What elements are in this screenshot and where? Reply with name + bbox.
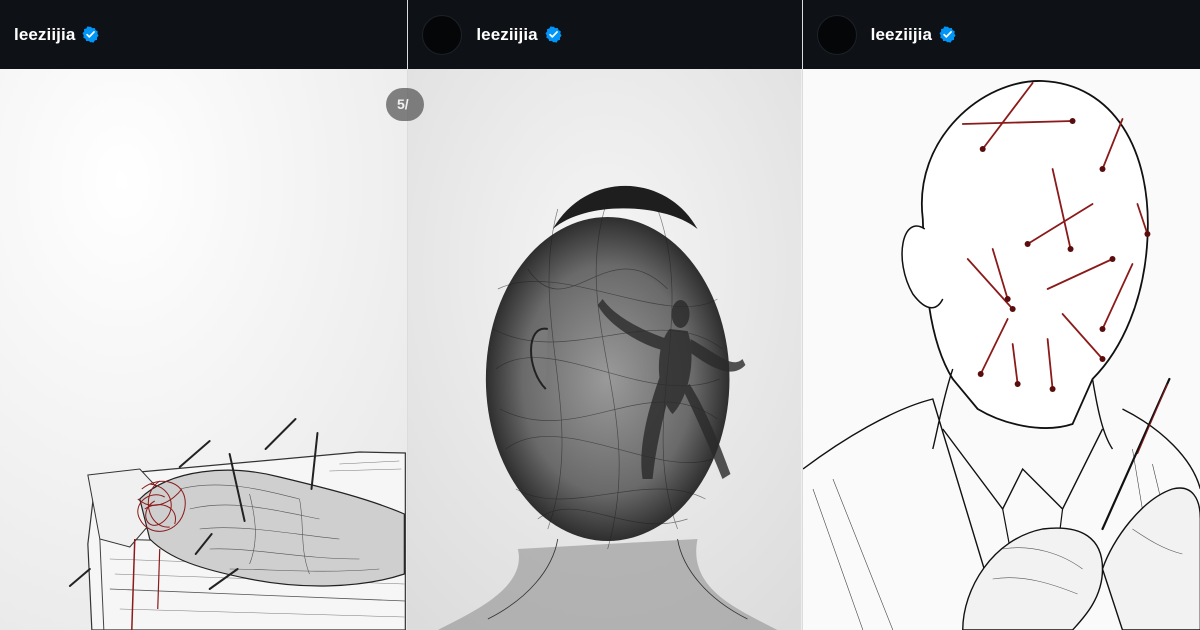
artwork-pinned-head — [802, 69, 1200, 630]
artwork-sleeping-figure — [0, 69, 408, 630]
post-header: leeziijia — [0, 0, 408, 69]
username-link[interactable]: leeziijia — [871, 25, 932, 45]
avatar[interactable] — [816, 14, 857, 55]
slide-counter: 5/ — [386, 88, 424, 121]
verified-badge-icon — [545, 26, 562, 43]
post-panel-2[interactable]: leeziijia — [408, 0, 802, 630]
post-panel-1[interactable]: leeziijia — [0, 0, 408, 630]
post-header: leeziijia — [802, 0, 1200, 69]
verified-badge-icon — [82, 26, 99, 43]
username-link[interactable]: leeziijia — [14, 25, 75, 45]
username-link[interactable]: leeziijia — [476, 25, 537, 45]
instagram-post-collage: leeziijia leeziijia leeziijia 5/ — [0, 0, 1200, 630]
artwork-scribbled-head — [408, 69, 802, 630]
post-panel-3[interactable]: leeziijia — [802, 0, 1200, 630]
avatar[interactable] — [422, 14, 463, 55]
verified-badge-icon — [939, 26, 956, 43]
post-header: leeziijia — [408, 0, 802, 69]
